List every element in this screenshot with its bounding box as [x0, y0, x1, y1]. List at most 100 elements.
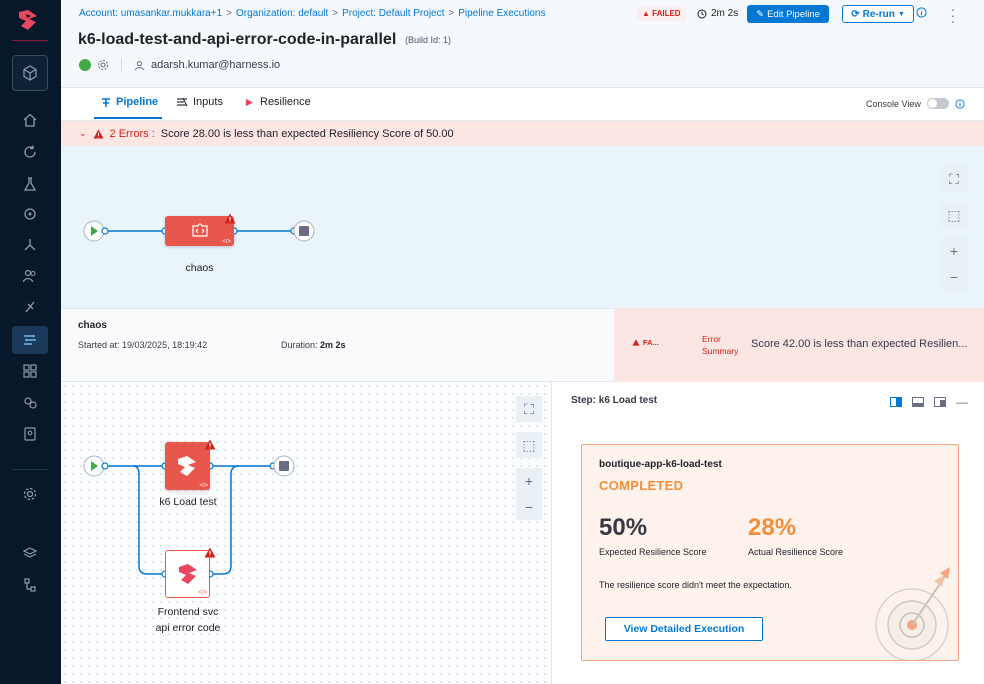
tab-resilience[interactable]: Resilience — [244, 96, 311, 108]
layout-right-icon[interactable] — [890, 397, 902, 407]
error-count[interactable]: 2 Errors : — [110, 128, 155, 140]
fit-to-screen-icon[interactable]: ⛶ — [516, 396, 542, 422]
edit-pipeline-label: Edit Pipeline — [767, 8, 820, 20]
settings-gear-icon[interactable] — [12, 480, 48, 508]
rerun-label: Re-run — [862, 8, 895, 20]
layout-bottom-icon[interactable] — [912, 397, 924, 407]
stage-graph — [83, 220, 315, 242]
user-icon — [134, 60, 145, 70]
rerun-button[interactable]: ⟳ Re-run ▼ — [842, 5, 914, 23]
tab-inputs[interactable]: Inputs — [176, 96, 223, 108]
select-area-icon[interactable]: ⬚ — [516, 432, 542, 458]
stage-graph-canvas: </> chaos ⛶ ⬚ + − — [61, 146, 984, 308]
users-icon[interactable] — [12, 262, 48, 290]
chevron-down-icon: ▼ — [897, 10, 905, 18]
id-badge-icon[interactable] — [12, 420, 48, 448]
breadcrumb-pipeline-executions[interactable]: Pipeline Executions — [458, 8, 545, 19]
error-summary-label: Error Summary — [702, 333, 738, 357]
actual-score-label: Actual Resilience Score — [748, 547, 844, 557]
console-view-label: Console View — [866, 98, 921, 109]
pipelines-icon[interactable] — [12, 326, 48, 354]
code-badge-icon: </> — [222, 239, 231, 245]
target-icon[interactable] — [12, 200, 48, 228]
more-options-icon[interactable]: · · · — [949, 2, 957, 28]
dashboard-icon[interactable] — [12, 357, 48, 385]
experiment-status: COMPLETED — [599, 478, 684, 493]
warning-icon — [204, 547, 216, 558]
experiment-name: boutique-app-k6-load-test — [599, 459, 722, 470]
zoom-in-icon[interactable]: + — [941, 238, 967, 264]
stage-started-at: Started at: 19/03/2025, 18:19:42 — [78, 340, 208, 350]
step-label-line1: Frontend svc — [157, 606, 219, 618]
select-area-icon[interactable]: ⬚ — [941, 202, 967, 228]
execution-meta: adarsh.kumar@harness.io — [79, 58, 280, 72]
target-illustration-icon — [875, 567, 950, 660]
page-title: k6-load-test-and-api-error-code-in-paral… — [78, 31, 397, 48]
info-icon[interactable] — [955, 98, 965, 109]
breadcrumb-project[interactable]: Project: Default Project — [342, 8, 444, 19]
edit-icon: ✎ — [756, 8, 765, 20]
trigger-icon — [79, 59, 91, 71]
left-nav — [0, 0, 61, 684]
execution-header: Account: umasankar.mukkara+1 > Organizat… — [61, 0, 984, 88]
refresh-icon[interactable] — [12, 138, 48, 166]
graph-toolbar: ⛶ ⬚ + − — [516, 396, 542, 530]
active-tab-indicator — [94, 117, 162, 119]
stack-icon[interactable] — [12, 539, 48, 567]
gear-icon — [97, 59, 109, 71]
error-summary-label-2: Summary — [702, 346, 739, 356]
warning-icon — [204, 439, 216, 450]
branch-icon[interactable] — [12, 231, 48, 259]
module-switcher-button[interactable] — [12, 55, 48, 91]
harness-logo[interactable] — [16, 8, 40, 32]
error-banner: ⌄ 2 Errors : Score 28.00 is less than ex… — [61, 121, 984, 146]
chaos-logo-icon — [178, 456, 196, 476]
console-view-toggle[interactable] — [926, 98, 949, 109]
graph-toolbar: ⛶ ⬚ + − — [941, 166, 967, 300]
zoom-out-icon[interactable]: − — [516, 494, 542, 520]
puzzle-code-icon — [192, 223, 208, 237]
info-icon[interactable] — [916, 7, 927, 18]
expected-score-value: 50% — [599, 514, 648, 541]
pipeline-icon — [102, 97, 110, 107]
zoom-in-icon[interactable]: + — [516, 468, 542, 494]
breadcrumb-separator: > — [226, 8, 232, 19]
error-summary-label-1: Error — [702, 334, 721, 344]
breadcrumb-organization[interactable]: Organization: default — [236, 8, 328, 19]
refresh-icon: ⟳ — [851, 8, 860, 20]
status-badge: ▲ FAILED — [637, 7, 686, 21]
edit-pipeline-button[interactable]: ✎ Edit Pipeline — [747, 5, 829, 23]
error-message: Score 28.00 is less than expected Resili… — [160, 127, 454, 140]
score-note: The resilience score didn't meet the exp… — [599, 580, 792, 590]
edge — [132, 465, 165, 575]
feature-flag-icon[interactable] — [12, 293, 48, 321]
breadcrumb-account[interactable]: Account: umasankar.mukkara+1 — [79, 8, 222, 19]
failed-status: FA... — [632, 338, 659, 347]
fit-to-screen-icon[interactable]: ⛶ — [941, 166, 967, 192]
view-detailed-execution-button[interactable]: View Detailed Execution — [605, 617, 763, 641]
code-badge-icon: </> — [199, 483, 208, 489]
org-chart-icon[interactable] — [12, 571, 48, 599]
failed-status-text: FA... — [643, 338, 659, 347]
stage-name: chaos — [78, 320, 107, 331]
meta-divider — [121, 58, 122, 72]
minimize-icon[interactable]: — — [956, 395, 968, 409]
stage-duration: Duration: 2m 2s — [281, 340, 346, 350]
tab-bar: Pipeline Inputs Resilience Console View — [61, 88, 984, 121]
build-id: (Build Id: 1) — [405, 35, 452, 45]
cluster-icon[interactable] — [12, 389, 48, 417]
clock-icon — [697, 9, 707, 18]
layout-float-icon[interactable] — [934, 397, 946, 407]
chaos-logo-icon — [179, 564, 197, 584]
chevron-down-icon[interactable]: ⌄ — [79, 128, 87, 139]
tab-pipeline[interactable]: Pipeline — [101, 96, 158, 108]
step-graph-canvas: </> k6 Load test </> Frontend svc api err… — [61, 382, 551, 684]
zoom-out-icon[interactable]: − — [941, 264, 967, 290]
step-title: Step: k6 Load test — [571, 395, 658, 406]
nav-divider — [12, 469, 48, 470]
home-icon[interactable] — [12, 106, 48, 134]
duration-label: Duration: — [281, 340, 318, 350]
flask-icon[interactable] — [12, 170, 48, 198]
triggered-by-user: adarsh.kumar@harness.io — [151, 59, 281, 71]
breadcrumb: Account: umasankar.mukkara+1 > Organizat… — [79, 8, 546, 19]
